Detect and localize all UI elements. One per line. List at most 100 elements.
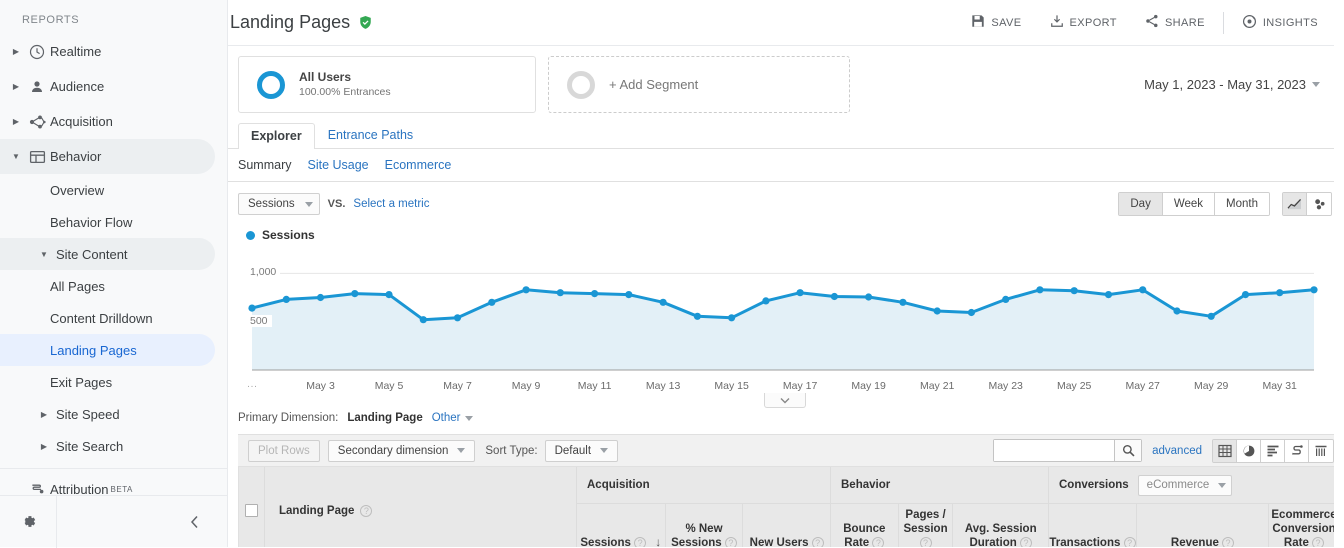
pie-view-icon[interactable] — [1237, 439, 1261, 462]
settings-gear-button[interactable] — [0, 512, 56, 531]
select-all-cell — [239, 467, 265, 547]
x-axis-tick: May 21 — [919, 380, 955, 392]
table-toolbar: Plot Rows Secondary dimension Sort Type:… — [238, 434, 1344, 467]
sidebar-item-content-drilldown[interactable]: Content Drilldown — [0, 302, 215, 334]
pivot-view-icon[interactable] — [1309, 439, 1333, 462]
segment-all-users[interactable]: All Users 100.00% Entrances — [238, 56, 536, 113]
advanced-link[interactable]: advanced — [1152, 445, 1202, 457]
page-scrollbar[interactable] — [1334, 0, 1344, 547]
group-conversions: Conversions eCommerce Transactions ? Rev… — [1049, 467, 1339, 547]
gear-icon — [24, 516, 35, 527]
comparison-view-icon[interactable] — [1285, 439, 1309, 462]
sidebar-item-acquisition[interactable]: ▶ Acquisition — [0, 104, 215, 139]
column-new-sessions-pct[interactable]: % New Sessions ? — [666, 504, 744, 547]
insights-button[interactable]: INSIGHTS — [1228, 8, 1332, 38]
search-button[interactable] — [1114, 440, 1142, 461]
legend-label: Sessions — [262, 228, 315, 242]
insights-icon — [1242, 14, 1257, 32]
dimension-header[interactable]: Landing Page ? — [279, 505, 373, 517]
column-pages-session[interactable]: Pages / Session ? — [899, 504, 954, 547]
sidebar-section-label: REPORTS — [22, 14, 80, 26]
export-button[interactable]: EXPORT — [1036, 8, 1131, 38]
sidebar-subitem-label: Site Content — [56, 246, 128, 262]
sidebar-item-all-pages[interactable]: All Pages — [0, 270, 215, 302]
subtab-site-usage[interactable]: Site Usage — [307, 158, 368, 172]
sidebar-item-behavior[interactable]: ▼ Behavior — [0, 139, 215, 174]
chart-type-toggle — [1282, 192, 1332, 216]
secondary-dimension-button[interactable]: Secondary dimension — [327, 439, 476, 462]
help-icon[interactable]: ? — [360, 505, 373, 517]
chevron-right-icon: ▶ — [40, 441, 48, 451]
sessions-line-chart[interactable] — [238, 248, 1318, 374]
column-bounce-rate[interactable]: Bounce Rate ? — [831, 504, 899, 547]
motion-chart-icon[interactable] — [1307, 193, 1331, 215]
help-icon[interactable]: ? — [1123, 536, 1136, 547]
column-transactions[interactable]: Transactions ? — [1049, 504, 1137, 547]
column-revenue[interactable]: Revenue ? — [1137, 504, 1269, 547]
sort-type-value: Default — [554, 444, 592, 457]
help-icon[interactable]: ? — [811, 536, 824, 547]
sidebar-item-label: Acquisition — [50, 114, 113, 129]
help-icon[interactable]: ? — [919, 536, 932, 547]
x-axis-tick: May 31 — [1262, 380, 1297, 392]
sidebar-item-exit-pages[interactable]: Exit Pages — [0, 366, 215, 398]
search-input[interactable] — [994, 440, 1115, 461]
conversions-type-select[interactable]: eCommerce — [1137, 474, 1233, 496]
column-sessions[interactable]: Sessions ? ↓ — [577, 504, 666, 547]
column-avg-session-duration[interactable]: Avg. Session Duration ? — [953, 504, 1048, 547]
performance-view-icon[interactable] — [1261, 439, 1285, 462]
plot-rows-button[interactable]: Plot Rows — [248, 439, 320, 462]
chart-controls-right: Day Week Month — [1118, 192, 1332, 216]
y-axis-tick-500: 500 — [246, 314, 272, 327]
share-button[interactable]: SHARE — [1131, 8, 1219, 38]
save-button[interactable]: SAVE — [957, 8, 1035, 38]
sidebar-item-site-speed[interactable]: ▶ Site Speed — [0, 398, 215, 430]
select-all-checkbox[interactable] — [245, 504, 258, 517]
help-icon[interactable]: ? — [634, 536, 647, 547]
help-icon[interactable]: ? — [1312, 536, 1325, 547]
help-icon[interactable]: ? — [872, 536, 885, 547]
sort-descending-icon: ↓ — [655, 535, 662, 547]
subtab-ecommerce[interactable]: Ecommerce — [385, 158, 452, 172]
help-icon[interactable]: ? — [1222, 536, 1235, 547]
metric-selector[interactable]: Sessions — [238, 193, 320, 215]
chart-expander-button[interactable] — [764, 393, 806, 408]
help-icon[interactable]: ? — [1019, 536, 1032, 547]
sidebar-item-behavior-flow[interactable]: Behavior Flow — [0, 206, 215, 238]
primary-dimension-value[interactable]: Landing Page — [347, 412, 422, 424]
sidebar-item-realtime[interactable]: ▶ Realtime — [0, 34, 215, 69]
chart-panel: Sessions VS. Select a metric Day Week Mo… — [228, 182, 1344, 408]
help-icon[interactable]: ? — [724, 536, 737, 547]
select-metric-link[interactable]: Select a metric — [353, 198, 429, 210]
segment-donut-icon — [257, 70, 285, 99]
collapse-sidebar-button[interactable] — [57, 515, 228, 529]
sidebar-item-audience[interactable]: ▶ Audience — [0, 69, 215, 104]
line-chart-icon[interactable] — [1283, 193, 1307, 215]
y-axis-tick-1000: 1,000 — [246, 266, 281, 279]
behavior-icon — [24, 149, 50, 165]
sidebar-item-site-content[interactable]: ▼ Site Content — [0, 238, 215, 270]
granularity-day[interactable]: Day — [1119, 193, 1163, 215]
granularity-week[interactable]: Week — [1162, 193, 1216, 215]
sidebar-item-overview[interactable]: Overview — [0, 174, 215, 206]
column-ecommerce-conversion-rate[interactable]: Ecommerce Conversion Rate ? — [1269, 504, 1339, 547]
x-axis-tick: May 29 — [1193, 380, 1229, 392]
sidebar-subitem-label: Site Speed — [56, 406, 120, 422]
x-axis-tick: May 9 — [511, 380, 541, 392]
table-view-toggle — [1212, 438, 1334, 463]
tab-explorer[interactable]: Explorer — [238, 123, 315, 149]
date-range-picker[interactable]: May 1, 2023 - May 31, 2023 — [1144, 77, 1344, 92]
primary-dimension-other[interactable]: Other — [432, 412, 473, 424]
data-table: Landing Page ? Acquisition Sessions ? ↓ — [238, 467, 1344, 547]
table-view-icon[interactable] — [1213, 439, 1237, 462]
add-segment-button[interactable]: + Add Segment — [548, 56, 850, 113]
granularity-month[interactable]: Month — [1215, 193, 1269, 215]
chevron-right-icon: ▶ — [12, 117, 20, 126]
sort-type-select[interactable]: Default — [544, 439, 619, 462]
sidebar-item-site-search[interactable]: ▶ Site Search — [0, 430, 215, 462]
sidebar-item-landing-pages[interactable]: Landing Pages — [0, 334, 215, 366]
chevron-down-icon — [780, 397, 790, 403]
column-new-users[interactable]: New Users ? — [743, 504, 830, 547]
subtab-summary[interactable]: Summary — [238, 158, 291, 172]
tab-entrance-paths[interactable]: Entrance Paths — [315, 122, 426, 148]
